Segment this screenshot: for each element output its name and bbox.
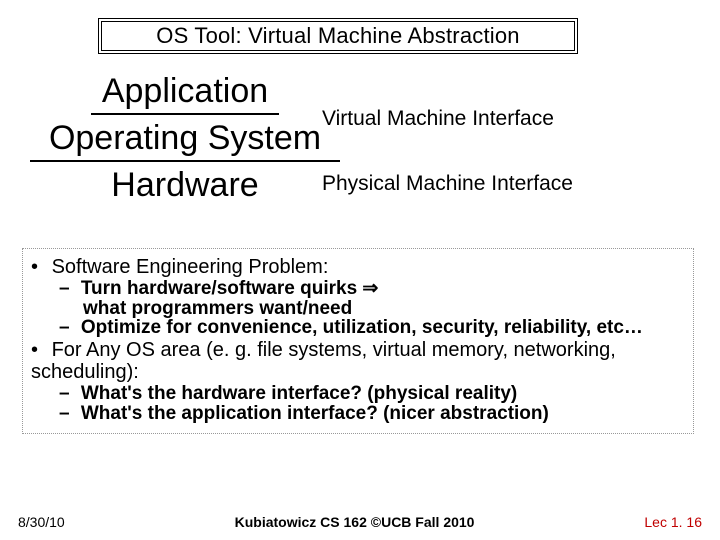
slide-title: OS Tool: Virtual Machine Abstraction <box>98 18 578 54</box>
footer-page: Lec 1. 16 <box>644 514 702 530</box>
interface-labels: Virtual Machine Interface Physical Machi… <box>322 106 702 196</box>
footer-date: 8/30/10 <box>18 514 65 530</box>
layer-hardware: Hardware <box>66 162 304 207</box>
double-arrow-icon: ⇒ <box>362 278 378 299</box>
layer-stack: Application Operating System Hardware <box>66 68 304 207</box>
subbullet-hw-interface: What's the hardware interface? (physical… <box>59 384 685 404</box>
subbullet-turn-quirks: Turn hardware/software quirks ⇒ <box>59 279 685 299</box>
footer-course: Kubiatowicz CS 162 ©UCB Fall 2010 <box>65 514 645 530</box>
slide-footer: 8/30/10 Kubiatowicz CS 162 ©UCB Fall 201… <box>0 514 720 530</box>
layer-os: Operating System <box>30 115 340 160</box>
bullet-os-area: For Any OS area (e. g. file systems, vir… <box>31 340 685 383</box>
label-vmi: Virtual Machine Interface <box>322 106 702 131</box>
bullet-se-problem: Software Engineering Problem: <box>31 257 685 279</box>
content-area: Software Engineering Problem: Turn hardw… <box>22 248 694 434</box>
subbullet-turn-quirks-cont: what programmers want/need <box>83 299 685 319</box>
slide-title-text: OS Tool: Virtual Machine Abstraction <box>156 23 519 48</box>
label-pmi: Physical Machine Interface <box>322 171 702 196</box>
layer-application: Application <box>91 68 279 115</box>
subbullet-optimize: Optimize for convenience, utilization, s… <box>59 318 685 338</box>
subbullet-app-interface: What's the application interface? (nicer… <box>59 404 685 424</box>
